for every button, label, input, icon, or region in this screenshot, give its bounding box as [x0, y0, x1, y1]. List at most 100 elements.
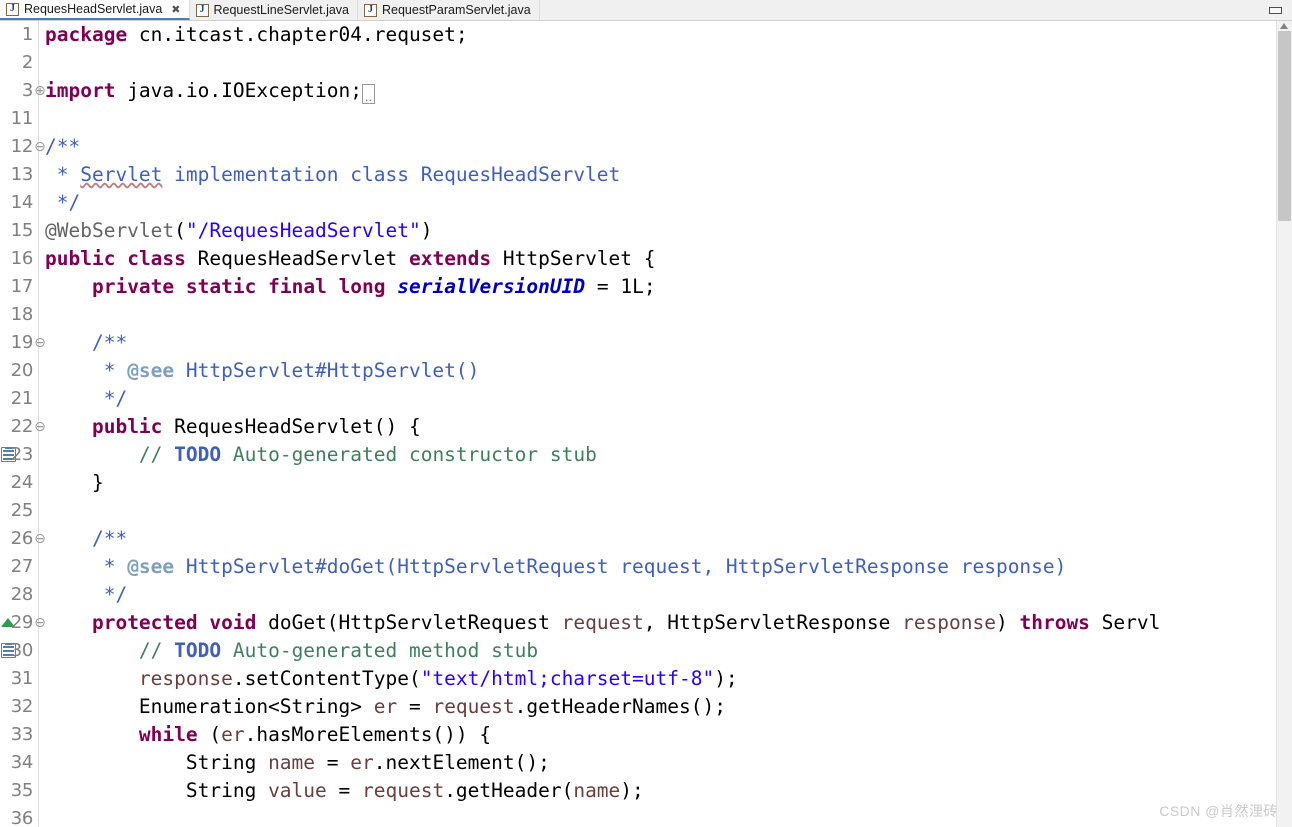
code-line[interactable]: 25 [0, 497, 1292, 525]
code-line[interactable]: 16 public class RequesHeadServlet extends… [0, 245, 1292, 273]
line-number: 28 [10, 584, 34, 605]
code-line[interactable]: 24 } [0, 469, 1292, 497]
line-number: 12 [10, 136, 34, 157]
code-line[interactable]: 27 * @see HttpServlet#doGet(HttpServletR… [0, 553, 1292, 581]
code-line[interactable]: 35 String value = request.getHeader(name… [0, 777, 1292, 805]
code-text[interactable]: @WebServlet("/RequesHeadServlet") [45, 217, 432, 245]
code-text[interactable]: * @see HttpServlet#HttpServlet() [45, 357, 480, 385]
line-number: 26 [10, 528, 34, 549]
line-number: 27 [10, 556, 34, 577]
code-text[interactable]: String value = request.getHeader(name); [45, 777, 644, 805]
java-file-icon: J [195, 3, 209, 17]
code-line[interactable]: 18 [0, 301, 1292, 329]
tab-requestparamservlet[interactable]: J RequestParamServlet.java [358, 0, 540, 20]
code-line[interactable]: 3 ⊕ import java.io.IOException;.. [0, 77, 1292, 105]
minimize-icon [1268, 7, 1282, 14]
collapsed-imports-box[interactable]: .. [362, 84, 375, 104]
code-line[interactable]: 33 while (er.hasMoreElements()) { [0, 721, 1292, 749]
line-number: 36 [10, 808, 34, 827]
code-text[interactable]: protected void doGet(HttpServletRequest … [45, 609, 1160, 637]
tab-requesheadservlet[interactable]: J RequesHeadServlet.java ✖ [0, 0, 190, 20]
tab-label: RequestParamServlet.java [382, 3, 531, 17]
code-text[interactable]: while (er.hasMoreElements()) { [45, 721, 491, 749]
tab-label: RequesHeadServlet.java [24, 2, 163, 16]
code-line[interactable]: 34 String name = er.nextElement(); [0, 749, 1292, 777]
code-text[interactable]: public class RequesHeadServlet extends H… [45, 245, 656, 273]
code-line[interactable]: 19 ⊖ /** [0, 329, 1292, 357]
code-line[interactable]: 26 ⊖ /** [0, 525, 1292, 553]
code-line[interactable]: 29 ⊖ protected void doGet(HttpServletRequ… [0, 609, 1292, 637]
code-text[interactable]: import java.io.IOException;.. [45, 77, 375, 105]
code-line[interactable]: 31 response.setContentType("text/html;ch… [0, 665, 1292, 693]
line-number: 21 [10, 388, 34, 409]
line-number: 30 [10, 640, 34, 661]
code-line[interactable]: 11 [0, 105, 1292, 133]
scrollbar-thumb[interactable] [1278, 31, 1291, 221]
tab-requestlineservlet[interactable]: J RequestLineServlet.java [189, 0, 358, 20]
code-line[interactable]: 23 // TODO Auto-generated constructor st… [0, 441, 1292, 469]
code-line[interactable]: 21 */ [0, 385, 1292, 413]
line-number: 16 [10, 248, 34, 269]
line-number: 22 [10, 416, 34, 437]
code-line[interactable]: 13 * Servlet implementation class Reques… [0, 161, 1292, 189]
code-line[interactable]: 1 package cn.itcast.chapter04.requset; [0, 21, 1292, 49]
code-line[interactable]: 30 // TODO Auto-generated method stub [0, 637, 1292, 665]
tab-label: RequestLineServlet.java [213, 3, 350, 17]
java-file-icon: J [6, 2, 19, 16]
code-text[interactable]: private static final long serialVersionU… [45, 273, 656, 301]
eclipse-java-editor-window: J RequesHeadServlet.java ✖ J RequestLine… [0, 0, 1292, 827]
close-icon[interactable]: ✖ [171, 3, 180, 16]
line-number: 24 [10, 472, 34, 493]
code-text[interactable]: // TODO Auto-generated method stub [45, 637, 538, 665]
code-editor[interactable]: 1 package cn.itcast.chapter04.requset; 2 3 ⊕… [0, 21, 1292, 827]
line-number: 3 [21, 80, 33, 101]
code-text[interactable]: */ [45, 385, 128, 413]
line-number: 19 [10, 332, 34, 353]
code-text[interactable]: Enumeration<String> er = request.getHead… [45, 693, 726, 721]
line-number: 1 [21, 24, 33, 45]
code-line[interactable]: 22 ⊖ public RequesHeadServlet() { [0, 413, 1292, 441]
minimize-button[interactable] [1266, 5, 1284, 16]
code-line[interactable]: 20 * @see HttpServlet#HttpServlet() [0, 357, 1292, 385]
line-number: 11 [10, 108, 34, 129]
scroll-up-arrow-icon[interactable] [1280, 23, 1288, 29]
line-number: 35 [10, 780, 34, 801]
code-text[interactable]: */ [45, 581, 128, 609]
line-number: 25 [10, 500, 34, 521]
code-lines-container[interactable]: 1 package cn.itcast.chapter04.requset; 2 3 ⊕… [0, 21, 1292, 827]
line-number: 17 [10, 276, 34, 297]
line-number: 34 [10, 752, 34, 773]
code-text[interactable]: /** [45, 525, 127, 553]
vertical-scrollbar[interactable] [1276, 21, 1292, 827]
code-text[interactable]: * Servlet implementation class RequesHea… [45, 161, 621, 189]
code-text[interactable]: // TODO Auto-generated constructor stub [45, 441, 597, 469]
code-text[interactable]: /** [45, 329, 127, 357]
line-number: 14 [10, 192, 34, 213]
code-line[interactable]: 32 Enumeration<String> er = request.getH… [0, 693, 1292, 721]
code-line[interactable]: 2 [0, 49, 1292, 77]
code-line[interactable]: 14 */ [0, 189, 1292, 217]
line-number: 15 [10, 220, 34, 241]
code-line[interactable]: 17 private static final long serialVersi… [0, 273, 1292, 301]
line-number: 13 [10, 164, 34, 185]
code-text[interactable]: */ [45, 189, 81, 217]
code-text[interactable]: package cn.itcast.chapter04.requset; [45, 21, 468, 49]
code-text[interactable]: public RequesHeadServlet() { [45, 413, 421, 441]
line-number: 31 [10, 668, 34, 689]
code-line[interactable]: 15 @WebServlet("/RequesHeadServlet") [0, 217, 1292, 245]
code-line[interactable]: 28 */ [0, 581, 1292, 609]
line-number: 23 [10, 444, 34, 465]
code-text[interactable]: response.setContentType("text/html;chars… [45, 665, 738, 693]
watermark: CSDN @肖然浬砖 [1159, 803, 1278, 819]
code-text[interactable]: String name = er.nextElement(); [45, 749, 550, 777]
line-number: 32 [10, 696, 34, 717]
code-line[interactable]: 12 ⊖/** [0, 133, 1292, 161]
code-line[interactable]: 36 [0, 805, 1292, 827]
line-number: 18 [10, 304, 34, 325]
code-text[interactable]: /** [45, 133, 80, 161]
code-text[interactable]: } [45, 469, 104, 497]
line-number: 29 [10, 612, 34, 633]
code-text[interactable]: * @see HttpServlet#doGet(HttpServletRequ… [45, 553, 1067, 581]
line-number: 33 [10, 724, 34, 745]
editor-tab-bar: J RequesHeadServlet.java ✖ J RequestLine… [0, 0, 1292, 21]
